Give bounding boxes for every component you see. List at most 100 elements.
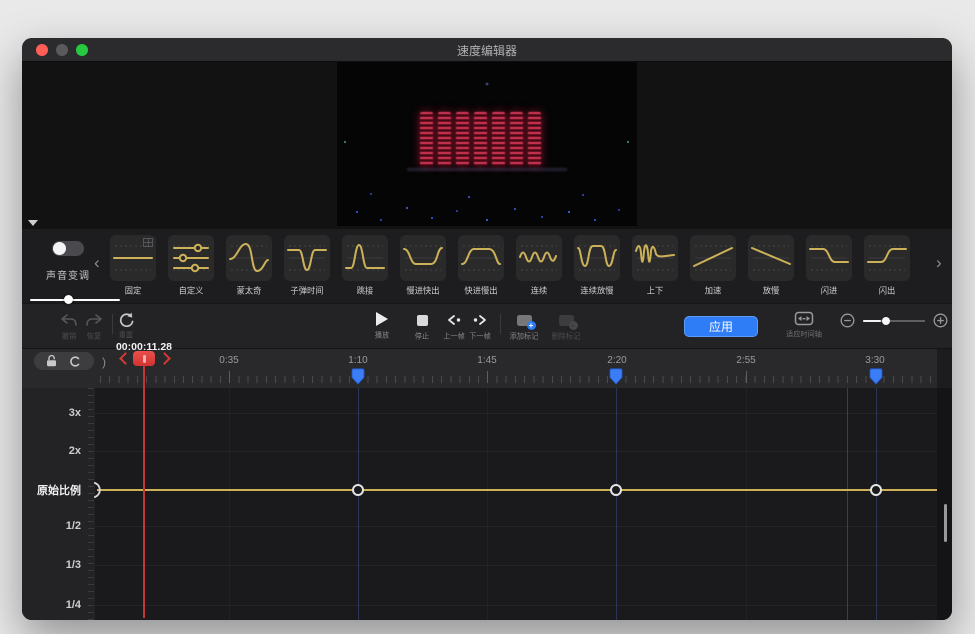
vertical-gridline bbox=[229, 388, 230, 620]
preset-fast-in-slow-out[interactable]: 快进慢出 bbox=[458, 235, 504, 299]
preset-label: 固定 bbox=[112, 285, 154, 297]
preset-thumbnail[interactable] bbox=[574, 235, 620, 281]
preset-curve-icon bbox=[632, 235, 678, 281]
playhead-handle[interactable] bbox=[133, 351, 155, 366]
speed-scale-label: 1/4 bbox=[66, 599, 81, 611]
preset-up-down[interactable]: 上下 bbox=[632, 235, 678, 299]
speed-curve-area[interactable]: 3x2x原始比例1/21/31/4 bbox=[22, 388, 952, 620]
play-button[interactable]: 播放 bbox=[374, 311, 390, 341]
preset-scroll-right-icon[interactable]: › bbox=[936, 253, 942, 273]
zoom-control bbox=[840, 313, 948, 328]
timeline-tools bbox=[34, 352, 94, 370]
preset-curve-icon bbox=[516, 235, 562, 281]
preset-label: 跳接 bbox=[344, 285, 386, 297]
timeline-marker[interactable] bbox=[869, 368, 883, 385]
curve-keyframe-point[interactable] bbox=[352, 484, 364, 496]
preset-slow-in-fast-out[interactable]: 慢进快出 bbox=[400, 235, 446, 299]
speed-curve[interactable] bbox=[97, 489, 937, 491]
prev-frame-button[interactable]: 上一帧 bbox=[442, 312, 466, 342]
fit-timeline-icon bbox=[784, 310, 824, 326]
horizontal-gridline bbox=[95, 413, 937, 414]
redo-button[interactable]: 恢复 bbox=[85, 312, 103, 342]
preset-thumbnail[interactable] bbox=[168, 235, 214, 281]
lock-icon[interactable] bbox=[46, 355, 57, 367]
vertical-gridline bbox=[746, 388, 747, 620]
preset-continuous[interactable]: 连续 bbox=[516, 235, 562, 299]
undo-button[interactable]: 撤销 bbox=[60, 312, 78, 342]
toolbar-separator bbox=[500, 314, 501, 334]
curve-keyframe-point[interactable] bbox=[610, 484, 622, 496]
preset-curve-icon bbox=[458, 235, 504, 281]
preset-curve-icon bbox=[400, 235, 446, 281]
preset-curve-icon bbox=[342, 235, 388, 281]
preset-flash-in[interactable]: 闪进 bbox=[806, 235, 852, 299]
preset-thumbnail[interactable] bbox=[226, 235, 272, 281]
preset-row: 声音变调 ‹ 固定 bbox=[22, 229, 952, 303]
ruler-time-label: 2:55 bbox=[736, 355, 755, 366]
preset-curve-icon bbox=[284, 235, 330, 281]
preset-label: 子弹时间 bbox=[286, 285, 328, 297]
preset-jump-cut[interactable]: 跳接 bbox=[342, 235, 388, 299]
preset-label: 连续 bbox=[518, 285, 560, 297]
preset-label: 放慢 bbox=[750, 285, 792, 297]
preset-continuous-slow[interactable]: 连续放慢 bbox=[574, 235, 620, 299]
preset-custom[interactable]: 自定义 bbox=[168, 235, 214, 299]
audio-pitch-toggle[interactable] bbox=[52, 241, 84, 256]
curve-keyframe-point[interactable] bbox=[870, 484, 882, 496]
preset-thumbnail[interactable] bbox=[748, 235, 794, 281]
vertical-gridline bbox=[876, 388, 877, 620]
toggle-knob bbox=[53, 242, 66, 255]
collapse-preview-icon[interactable] bbox=[28, 220, 38, 226]
stop-icon bbox=[414, 312, 430, 328]
reset-icon bbox=[118, 311, 134, 327]
curve-mode-icon[interactable] bbox=[69, 355, 82, 368]
preset-thumbnail[interactable] bbox=[342, 235, 388, 281]
vertical-gridline bbox=[358, 388, 359, 620]
preset-accelerate[interactable]: 加速 bbox=[690, 235, 736, 299]
preset-fixed[interactable]: 固定 bbox=[110, 235, 156, 299]
stop-button[interactable]: 停止 bbox=[414, 312, 430, 342]
preset-curve-icon bbox=[226, 235, 272, 281]
preset-bullet-time[interactable]: 子弹时间 bbox=[284, 235, 330, 299]
reset-button[interactable]: 重置 bbox=[118, 311, 134, 341]
vertical-scrollbar[interactable] bbox=[944, 504, 947, 542]
apply-button[interactable]: 应用 bbox=[684, 316, 758, 337]
zoom-out-icon[interactable] bbox=[840, 313, 855, 328]
fit-timeline-button[interactable]: 适应时间轴 bbox=[784, 310, 824, 340]
play-icon bbox=[374, 311, 390, 327]
audio-pitch-toggle-group: 声音变调 bbox=[40, 241, 96, 282]
add-marker-button[interactable]: + 添加标记 bbox=[508, 312, 540, 342]
preset-thumbnail[interactable] bbox=[806, 235, 852, 281]
zoom-in-icon[interactable] bbox=[933, 313, 948, 328]
preset-thumbnail[interactable] bbox=[284, 235, 330, 281]
zoom-slider[interactable] bbox=[863, 316, 925, 326]
vertical-gridline bbox=[487, 388, 488, 620]
preset-flash-out[interactable]: 闪出 bbox=[864, 235, 910, 299]
speed-scale-label: 1/3 bbox=[66, 559, 81, 571]
preset-montage[interactable]: 蒙太奇 bbox=[226, 235, 272, 299]
preset-thumbnail[interactable] bbox=[458, 235, 504, 281]
speed-scale-label: 原始比例 bbox=[37, 482, 81, 498]
audio-pitch-label: 声音变调 bbox=[40, 267, 96, 282]
preset-thumbnail[interactable] bbox=[110, 235, 156, 281]
timeline-marker[interactable] bbox=[351, 368, 365, 385]
preset-scrollbar-thumb[interactable] bbox=[64, 295, 73, 304]
preset-thumbnail[interactable] bbox=[864, 235, 910, 281]
preset-scroll-left-icon[interactable]: ‹ bbox=[94, 253, 100, 273]
clip-left-edge-handle[interactable]: ) bbox=[102, 355, 106, 369]
preset-slow-down[interactable]: 放慢 bbox=[748, 235, 794, 299]
zoom-slider-thumb[interactable] bbox=[882, 317, 890, 325]
preset-thumbnail[interactable] bbox=[400, 235, 446, 281]
preset-thumbnail[interactable] bbox=[516, 235, 562, 281]
grid-icon bbox=[143, 238, 153, 247]
add-marker-icon: + bbox=[508, 312, 540, 328]
preset-thumbnail[interactable] bbox=[690, 235, 736, 281]
preset-curve-icon bbox=[806, 235, 852, 281]
stage-floor bbox=[407, 168, 567, 171]
next-frame-button[interactable]: 下一帧 bbox=[468, 312, 492, 342]
ruler-major-tick bbox=[746, 371, 747, 383]
preset-scrollbar[interactable] bbox=[30, 298, 120, 302]
delete-marker-button[interactable]: - 删除标记 bbox=[550, 312, 582, 342]
preset-thumbnail[interactable] bbox=[632, 235, 678, 281]
timeline-marker[interactable] bbox=[609, 368, 623, 385]
